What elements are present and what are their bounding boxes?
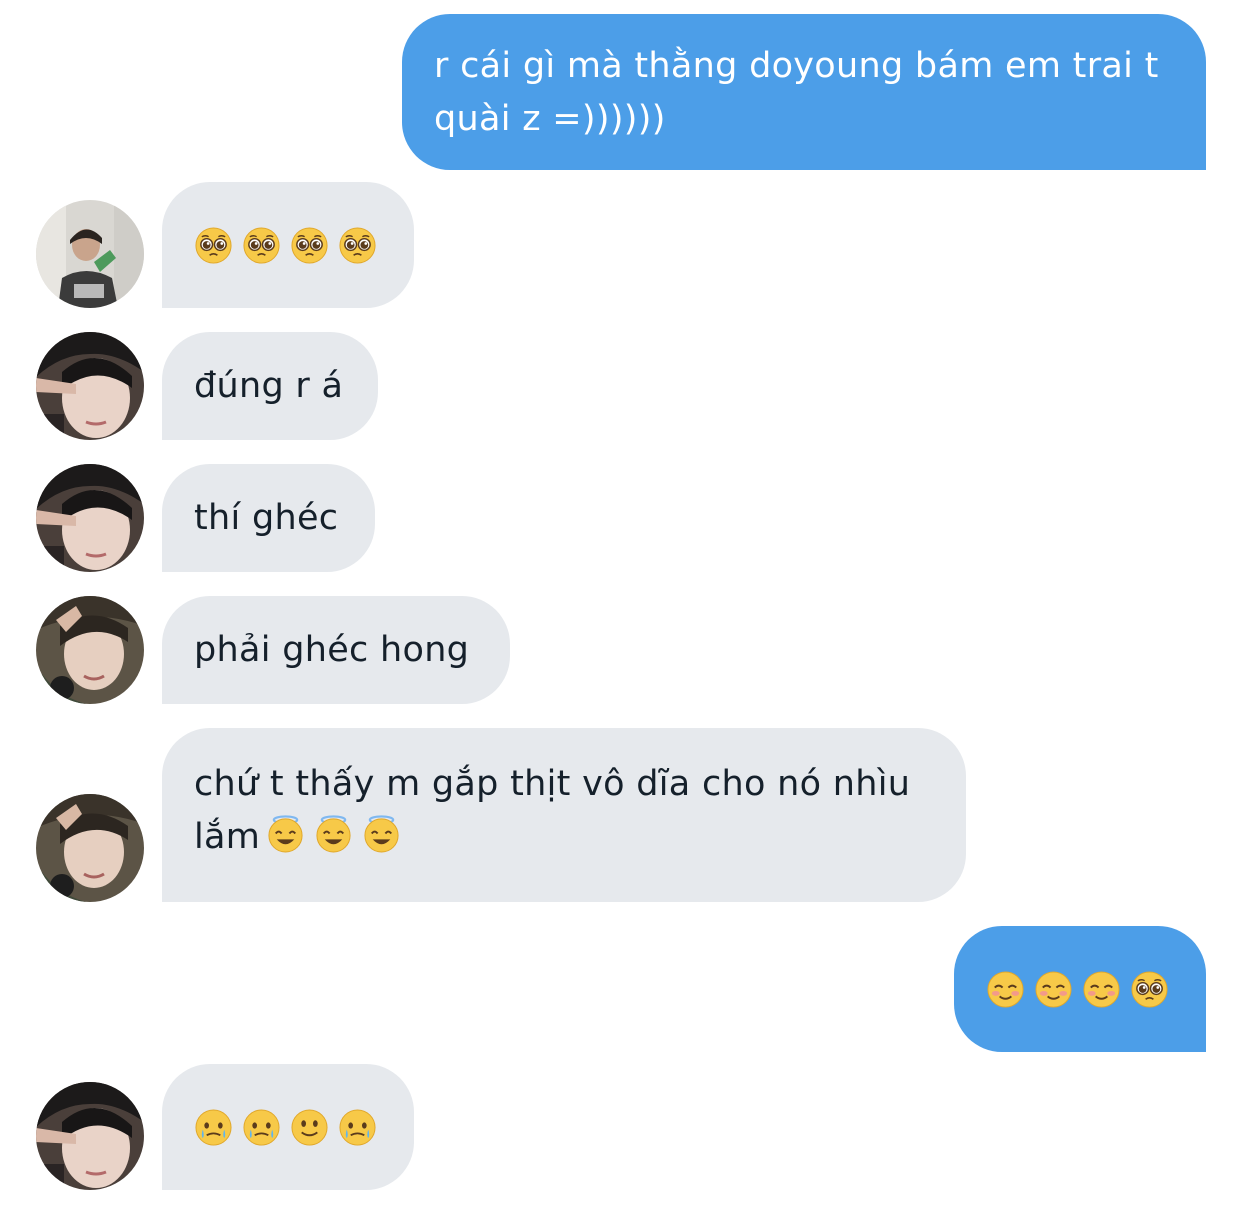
avatar-profile-photo-1[interactable]: [36, 200, 144, 308]
incoming-message-bubble[interactable]: phải ghéc hong: [162, 596, 510, 704]
outgoing-message-bubble[interactable]: r cái gì mà thằng doyoung bám em trai t …: [402, 14, 1206, 170]
incoming-message-bubble[interactable]: [162, 182, 414, 308]
incoming-message-bubble[interactable]: đúng r á: [162, 332, 378, 440]
pleading-face-emoji: [290, 226, 329, 265]
message-text: thí ghéc: [194, 497, 339, 538]
emoji-row: [986, 970, 1169, 1009]
pleading-face-emoji: [194, 226, 233, 265]
face-holding-back-tears-emoji: [194, 1108, 233, 1147]
message-text: đúng r á: [194, 365, 344, 406]
avatar-profile-photo-2[interactable]: [36, 1082, 144, 1190]
slightly-smiling-face-emoji: [290, 1108, 329, 1147]
smiling-face-emoji: [986, 970, 1025, 1009]
avatar-profile-photo-2[interactable]: [36, 332, 144, 440]
emoji-row: [194, 1108, 377, 1147]
message-text-wrap: chứ t thấy m gắp thịt vô dĩa cho nó nhìu…: [194, 758, 926, 864]
incoming-message-bubble[interactable]: [162, 1064, 414, 1190]
avatar-profile-photo-2[interactable]: [36, 464, 144, 572]
smiling-face-emoji: [1034, 970, 1073, 1009]
smiling-face-with-halo-emoji: [314, 814, 353, 853]
message-text: phải ghéc hong: [194, 629, 470, 670]
face-holding-back-tears-emoji: [242, 1108, 281, 1147]
avatar-profile-photo-3[interactable]: [36, 794, 144, 902]
message-text: r cái gì mà thằng doyoung bám em trai t …: [434, 46, 1159, 139]
incoming-message-bubble[interactable]: thí ghéc: [162, 464, 375, 572]
emoji-row: [266, 814, 401, 853]
pleading-face-emoji: [242, 226, 281, 265]
outgoing-message-bubble[interactable]: [954, 926, 1206, 1052]
pleading-face-emoji: [1130, 970, 1169, 1009]
avatar-profile-photo-3[interactable]: [36, 596, 144, 704]
smiling-face-with-halo-emoji: [266, 814, 305, 853]
pleading-face-emoji: [338, 226, 377, 265]
emoji-row: [194, 226, 377, 265]
face-holding-back-tears-emoji: [338, 1108, 377, 1147]
incoming-message-bubble[interactable]: chứ t thấy m gắp thịt vô dĩa cho nó nhìu…: [162, 728, 966, 902]
smiling-face-emoji: [1082, 970, 1121, 1009]
smiling-face-with-halo-emoji: [362, 814, 401, 853]
